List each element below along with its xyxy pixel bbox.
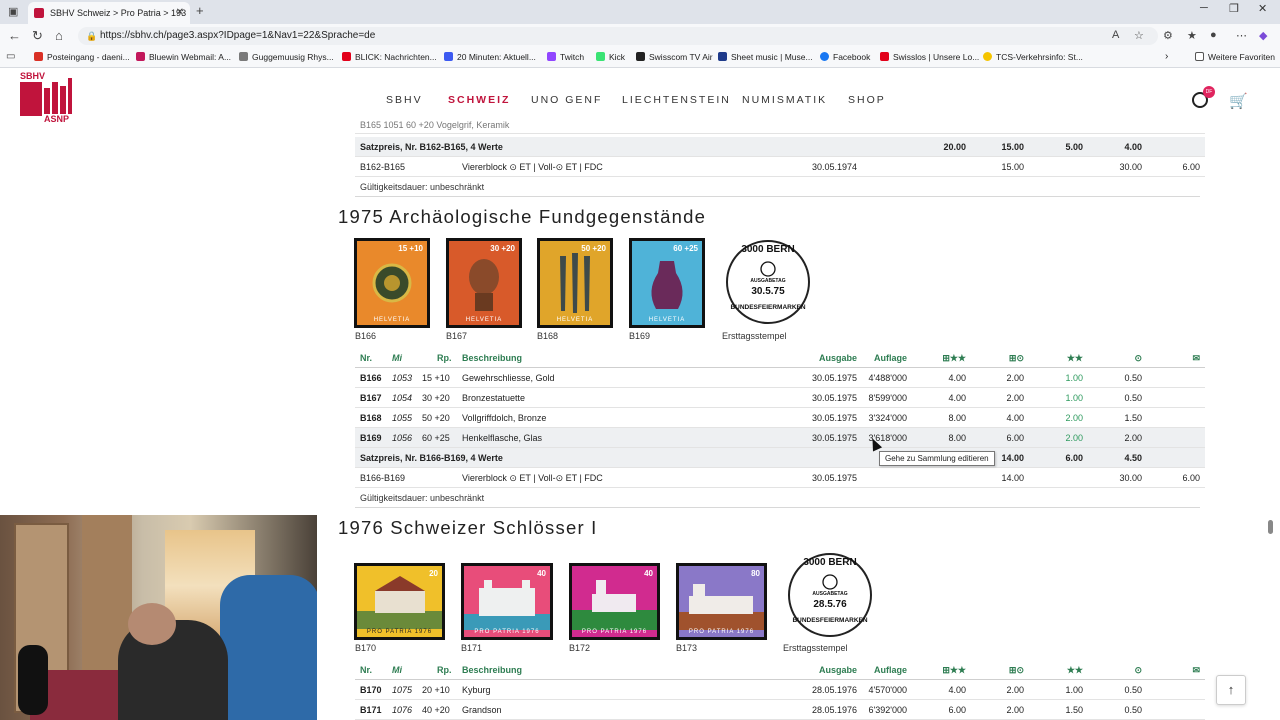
close-window-icon[interactable]: ✕: [1258, 2, 1267, 15]
bookmark-musescore[interactable]: Sheet music | Muse...: [718, 52, 813, 62]
logo-text-top: SBHV: [20, 71, 46, 81]
stamp-caption: B170: [355, 643, 377, 653]
lock-icon: 🔒: [86, 31, 98, 41]
address-bar: ← ↻ ⌂ 🔒 https://sbhv.ch/page3.aspx?IDpag…: [0, 24, 1280, 48]
webcam-overlay: [0, 515, 317, 720]
close-tab-icon[interactable]: ✕: [176, 2, 184, 24]
favorite-star-icon[interactable]: ☆: [1134, 29, 1144, 42]
nav-liechtenstein[interactable]: LIECHTENSTEIN: [622, 94, 731, 106]
table-row[interactable]: B170 1075 20 +10 Kyburg 28.05.1976 4'570…: [355, 680, 1205, 700]
table-row-hovered[interactable]: B169 1056 60 +25 Henkelflasche, Glas 30.…: [355, 428, 1205, 448]
section-divider: [355, 507, 1200, 508]
table-row[interactable]: B167 1054 30 +20 Bronzestatuette 30.05.1…: [355, 388, 1205, 408]
table-header: Nr. Mi Rp. Beschreibung Ausgabe Auflage …: [355, 348, 1205, 368]
stamp-b167[interactable]: 30 +20 HELVETIA: [446, 238, 522, 328]
stamp-caption: B167: [446, 331, 468, 341]
stamp-caption: B166: [355, 331, 377, 341]
webcam-chair: [220, 575, 317, 720]
stamp-caption: B172: [569, 643, 591, 653]
sbhv-logo[interactable]: SBHV ASNP: [18, 71, 74, 126]
url-input[interactable]: 🔒 https://sbhv.ch/page3.aspx?IDpage=1&Na…: [78, 27, 1158, 45]
menu-dots-icon[interactable]: ⋯: [1236, 29, 1247, 42]
scroll-to-top-button[interactable]: ↑: [1216, 675, 1246, 705]
table-row[interactable]: B168 1055 50 +20 Vollgriffdolch, Bronze …: [355, 408, 1205, 428]
table-row[interactable]: B166 1053 15 +10 Gewehrschliesse, Gold 3…: [355, 368, 1205, 388]
stamp-caption: B171: [461, 643, 483, 653]
bookmark-swisslos[interactable]: Swisslos | Unsere Lo...: [880, 52, 979, 62]
browser-tab-bar: ▣ SBHV Schweiz > Pro Patria > 193 ✕ + ─ …: [0, 0, 1280, 24]
stamp-b172[interactable]: 40 PRO PATRIA 1976: [569, 563, 660, 640]
set-price-row: Satzpreis, Nr. B162-B165, 4 Werte 20.00 …: [355, 137, 1205, 157]
nav-schweiz[interactable]: SCHWEIZ: [448, 94, 510, 106]
stamp-b169[interactable]: 60 +25 HELVETIA: [629, 238, 705, 328]
stamp-b170[interactable]: 20 PRO PATRIA 1976: [354, 563, 445, 640]
minimize-icon[interactable]: ─: [1200, 2, 1208, 14]
stamp-b168[interactable]: 50 +20 HELVETIA: [537, 238, 613, 328]
collections-icon[interactable]: ★: [1187, 29, 1197, 42]
nav-numismatik[interactable]: NUMISMATIK: [742, 94, 827, 106]
stamp-caption: B169: [629, 331, 651, 341]
bookmark-kick[interactable]: Kick: [596, 52, 625, 62]
scrollbar-thumb[interactable]: [1268, 520, 1273, 534]
stamp-b166[interactable]: 15 +10 HELVETIA: [354, 238, 430, 328]
logo-text-bottom: ASNP: [44, 114, 70, 124]
block-row: B162-B165 Viererblock ⊙ ET | Voll-⊙ ET |…: [355, 157, 1205, 177]
url-text: https://sbhv.ch/page3.aspx?IDpage=1&Nav1…: [100, 30, 376, 41]
browser-tab[interactable]: SBHV Schweiz > Pro Patria > 193 ✕: [28, 2, 190, 24]
set-price-row: Satzpreis, Nr. B166-B169, 4 Werte 14.00 …: [355, 448, 1205, 468]
bookmark-facebook[interactable]: Facebook: [820, 52, 870, 62]
nav-uno-genf[interactable]: UNO GENF: [531, 94, 602, 106]
webcam-head: [128, 603, 176, 645]
validity-note: Gültigkeitsdauer: unbeschränkt: [360, 493, 485, 503]
section-title-1976: 1976 Schweizer Schlösser I: [338, 517, 598, 538]
reading-list-icon[interactable]: ▭: [6, 51, 15, 62]
section-divider: [355, 196, 1200, 197]
stamp-b171[interactable]: 40 PRO PATRIA 1976: [461, 563, 553, 640]
bookmark-tcs[interactable]: TCS-Verkehrsinfo: St...: [983, 52, 1083, 62]
cart-icon[interactable]: 🛒: [1229, 92, 1248, 110]
bookmark-guggemuusig[interactable]: Guggemuusig Rhys...: [239, 52, 334, 62]
tab-title: SBHV Schweiz > Pro Patria > 193: [50, 8, 187, 18]
postmark-caption: Ersttagsstempel: [722, 331, 787, 341]
webcam-microphone: [18, 645, 48, 715]
table-header: Nr. Mi Rp. Beschreibung Ausgabe Auflage …: [355, 660, 1205, 680]
postmark-1976[interactable]: 3000 BERN AUSGABETAG 28.5.76 BUNDESFEIER…: [788, 553, 872, 637]
validity-note: Gültigkeitsdauer: unbeschränkt: [360, 182, 485, 192]
bookmarks-overflow-icon[interactable]: ›: [1165, 51, 1168, 62]
table-row[interactable]: B171 1076 40 +20 Grandson 28.05.1976 6'3…: [355, 700, 1205, 720]
back-icon[interactable]: ←: [8, 28, 21, 43]
read-aloud-icon[interactable]: A: [1112, 29, 1119, 41]
user-badge: DF: [1203, 86, 1215, 98]
extensions-icon[interactable]: ⚙: [1163, 29, 1173, 42]
table-row-partial: B165 1051 60 +20 Vogelgrif, Keramik: [355, 120, 1205, 134]
home-icon[interactable]: ⌂: [55, 28, 63, 43]
bookmarks-bar: ▭ Posteingang - daeni... Bluewin Webmail…: [0, 48, 1280, 68]
nav-shop[interactable]: SHOP: [848, 94, 886, 106]
bookmark-20min[interactable]: 20 Minuten: Aktuell...: [444, 52, 536, 62]
copilot-icon[interactable]: ◆: [1259, 29, 1267, 42]
reload-icon[interactable]: ↻: [32, 28, 43, 44]
other-favorites[interactable]: Weitere Favoriten: [1195, 52, 1275, 62]
stamp-caption: B173: [676, 643, 698, 653]
stamp-caption: B168: [537, 331, 559, 341]
section-title-1975: 1975 Archäologische Fundgegenstände: [338, 206, 707, 227]
postmark-caption: Ersttagsstempel: [783, 643, 848, 653]
maximize-icon[interactable]: ❐: [1229, 2, 1239, 15]
stamp-b173[interactable]: 80 PRO PATRIA 1976: [676, 563, 767, 640]
bookmark-swisscom[interactable]: Swisscom TV Air: [636, 52, 713, 62]
bookmark-bluewin[interactable]: Bluewin Webmail: A...: [136, 52, 231, 62]
site-favicon-icon: [34, 8, 44, 18]
bookmark-gmail[interactable]: Posteingang - daeni...: [34, 52, 130, 62]
tab-actions-icon[interactable]: ▣: [8, 5, 18, 18]
nav-sbhv[interactable]: SBHV: [386, 94, 423, 106]
postmark-1975[interactable]: 3000 BERN AUSGABETAG 30.5.75 BUNDESFEIER…: [726, 240, 810, 324]
tooltip: Gehe zu Sammlung editieren: [879, 451, 995, 466]
profile-icon[interactable]: ●: [1210, 29, 1217, 41]
bookmark-blick[interactable]: BLICK: Nachrichten...: [342, 52, 437, 62]
block-row: B166-B169 Viererblock ⊙ ET | Voll-⊙ ET |…: [355, 468, 1205, 488]
new-tab-icon[interactable]: +: [196, 3, 204, 18]
bookmark-twitch[interactable]: Twitch: [547, 52, 584, 62]
